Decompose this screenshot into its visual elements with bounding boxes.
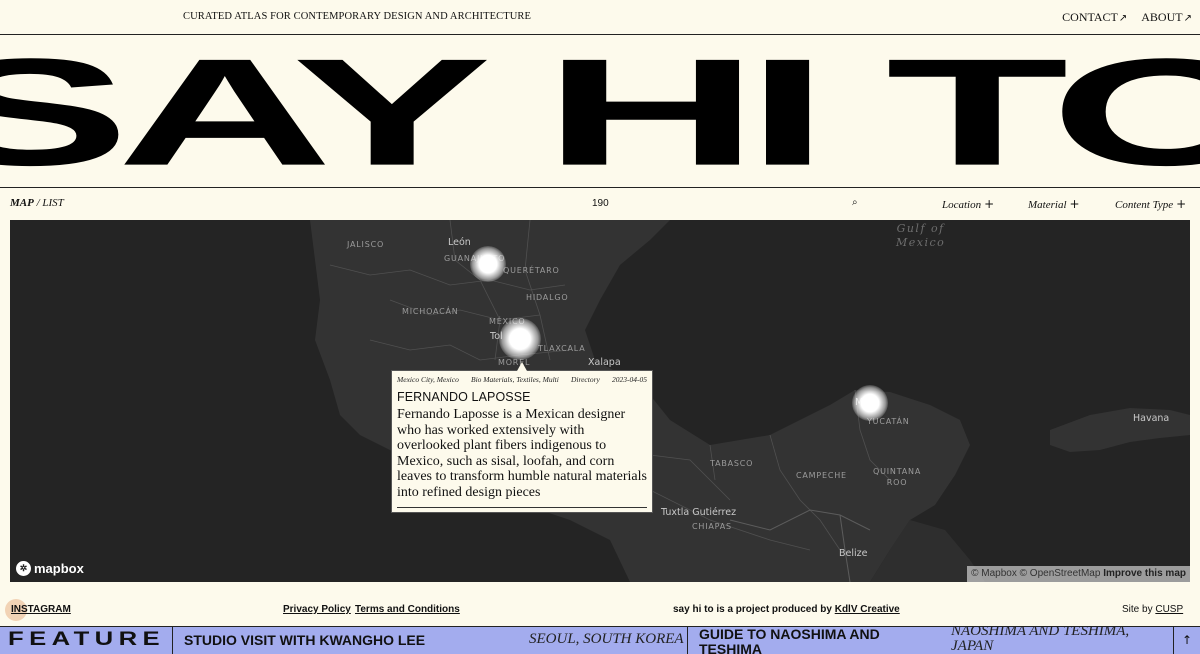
- plus-icon: +: [1176, 197, 1187, 211]
- privacy-policy-link[interactable]: Privacy Policy: [283, 604, 351, 615]
- top-nav: CONTACT↗ ABOUT↗: [1062, 10, 1192, 25]
- improve-map-link[interactable]: Improve this map: [1103, 568, 1186, 579]
- site-tagline: CURATED ATLAS FOR CONTEMPORARY DESIGN AN…: [183, 11, 532, 22]
- external-arrow-icon: ↗: [1118, 13, 1128, 24]
- ticker-item-location: NAOSHIMA AND TESHIMA, JAPAN: [951, 626, 1130, 654]
- ticker-item-location: SEOUL, SOUTH KOREA: [529, 631, 684, 647]
- map-label-queretaro: QUERÉTARO: [503, 266, 560, 275]
- map-popup-card[interactable]: Mexico City, Mexico Bio Materials, Texti…: [391, 362, 653, 513]
- project-credit-text: say hi to is a project produced by: [673, 604, 832, 615]
- location-filter[interactable]: Location +: [942, 197, 994, 211]
- list-view-toggle[interactable]: LIST: [42, 197, 63, 209]
- location-filter-label: Location: [942, 199, 982, 211]
- view-separator: /: [36, 197, 40, 209]
- mapbox-logo-text: mapbox: [34, 561, 84, 576]
- popup-location: Mexico City, Mexico: [397, 375, 459, 384]
- map-marker[interactable]: [470, 246, 506, 282]
- map-marker-active[interactable]: [499, 318, 541, 360]
- feature-ticker: FEATURE STUDIO VISIT WITH KWANGHO LEE SE…: [0, 626, 1200, 654]
- instagram-label: INSTAGRAM: [11, 604, 71, 615]
- project-credit: say hi to is a project produced by KdlV …: [673, 604, 900, 615]
- material-filter-label: Material: [1028, 199, 1067, 211]
- map-label-leon: León: [448, 237, 471, 248]
- popup-divider: [397, 507, 647, 508]
- content-type-filter[interactable]: Content Type +: [1115, 197, 1186, 211]
- footer: INSTAGRAM Privacy Policy Terms and Condi…: [0, 598, 1200, 622]
- terms-label: Terms and Conditions: [355, 604, 460, 615]
- result-count: 190: [592, 198, 609, 209]
- plus-icon: +: [1069, 197, 1080, 211]
- mapbox-attribution-link[interactable]: © Mapbox: [971, 568, 1017, 579]
- map-label-jalisco: JALISCO: [347, 240, 385, 249]
- map-label-hidalgo: HIDALGO: [526, 293, 569, 302]
- osm-attribution-link[interactable]: © OpenStreetMap: [1020, 568, 1101, 579]
- ticker-item-title[interactable]: GUIDE TO NAOSHIMA AND TESHIMA: [699, 627, 909, 654]
- external-arrow-icon: ↗: [1183, 13, 1192, 24]
- map-label-havana: Havana: [1133, 413, 1170, 424]
- map-label-xalapa: Xalapa: [588, 357, 621, 368]
- privacy-policy-label: Privacy Policy: [283, 604, 351, 615]
- top-bar: CURATED ATLAS FOR CONTEMPORARY DESIGN AN…: [0, 0, 1200, 35]
- map-label-chiapas: CHIAPAS: [692, 522, 732, 531]
- map-label-tabasco: TABASCO: [710, 459, 754, 468]
- plus-icon: +: [984, 197, 995, 211]
- search-icon[interactable]: ⌕: [852, 197, 858, 208]
- feature-label: FEATURE: [8, 629, 166, 650]
- map-label-michoacan: MICHOACÁN: [402, 307, 459, 316]
- cusp-link[interactable]: CUSP: [1155, 604, 1183, 615]
- site-logo-title[interactable]: SAY HI TO: [0, 36, 1200, 187]
- popup-meta: Mexico City, Mexico Bio Materials, Texti…: [397, 375, 647, 384]
- contact-label: CONTACT: [1062, 10, 1118, 24]
- map-label-tlaxcala: TLAXCALA: [538, 344, 586, 353]
- map-label-belize: Belize: [839, 548, 868, 559]
- site-credit: Site by CUSP: [1122, 604, 1183, 615]
- material-filter[interactable]: Material +: [1028, 197, 1080, 211]
- map-label-gulf-of-mexico: Gulf of Mexico: [896, 222, 946, 249]
- map-label-campeche: CAMPECHE: [796, 471, 847, 480]
- view-toggle: MAP / LIST: [10, 197, 64, 209]
- instagram-link[interactable]: INSTAGRAM: [11, 604, 71, 615]
- popup-description: Fernando Laposse is a Mexican designer w…: [397, 407, 647, 500]
- popup-date: 2023-04-05: [611, 375, 647, 384]
- popup-title[interactable]: FERNANDO LAPOSSE: [397, 390, 647, 404]
- scroll-up-arrow-icon[interactable]: ↑: [1173, 627, 1200, 654]
- map-canvas[interactable]: JALISCO León GUANAJUATO QUERÉTARO HIDALG…: [10, 220, 1190, 582]
- map-attribution: © Mapbox © OpenStreetMap Improve this ma…: [967, 566, 1190, 582]
- site-by-text: Site by: [1122, 604, 1153, 615]
- popup-category: Directory: [570, 375, 600, 384]
- mapbox-logo[interactable]: ✲ mapbox: [16, 561, 84, 576]
- about-link[interactable]: ABOUT↗: [1141, 10, 1192, 25]
- ticker-divider: [172, 627, 173, 654]
- map-label-quintana-roo: QUINTANA ROO: [873, 467, 922, 487]
- ticker-item-title[interactable]: STUDIO VISIT WITH KWANGHO LEE: [184, 633, 425, 648]
- hero-banner: SAY HI TO: [0, 36, 1200, 188]
- map-view-toggle[interactable]: MAP: [10, 197, 34, 209]
- contact-link[interactable]: CONTACT↗: [1062, 10, 1127, 25]
- map-marker[interactable]: [852, 385, 888, 421]
- terms-link[interactable]: Terms and Conditions: [355, 604, 460, 615]
- map-label-tuxtla: Tuxtla Gutiérrez: [661, 507, 737, 518]
- kdlv-creative-link[interactable]: KdlV Creative: [835, 604, 900, 615]
- mapbox-icon: ✲: [16, 561, 31, 576]
- about-label: ABOUT: [1141, 10, 1183, 24]
- filter-bar: MAP / LIST 190 ⌕ Location + Material + Con…: [0, 189, 1200, 219]
- ticker-divider: [687, 627, 688, 654]
- popup-materials: Bio Materials, Textiles, Multi: [470, 375, 559, 384]
- content-type-filter-label: Content Type: [1115, 199, 1174, 211]
